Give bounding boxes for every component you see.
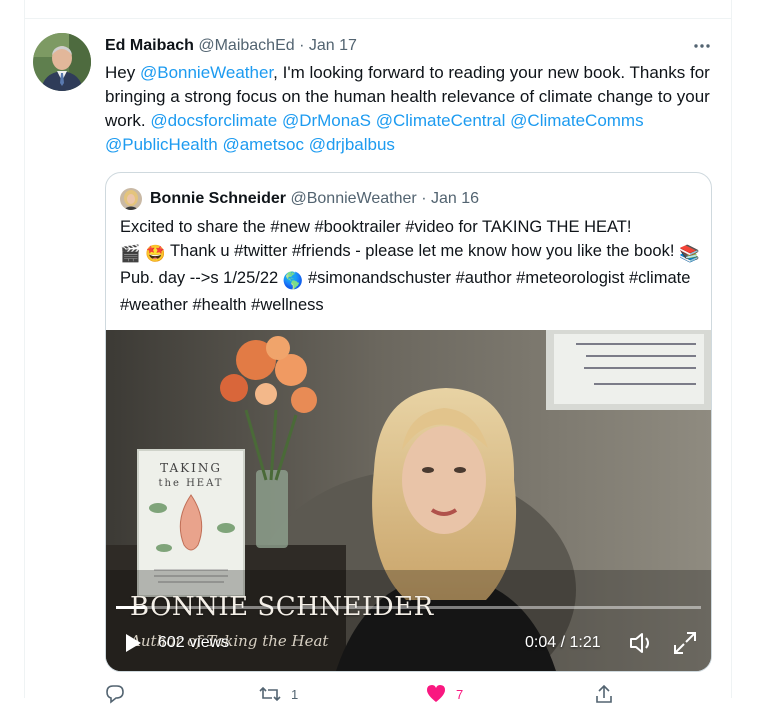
play-icon [126, 634, 141, 652]
emoji-glyph: 📚 [678, 245, 700, 263]
like-icon [427, 685, 445, 702]
share-button[interactable] [594, 684, 614, 704]
author-avatar[interactable] [33, 33, 91, 91]
tweet-date[interactable]: Jan 17 [309, 37, 357, 54]
svg-text:the HEAT: the HEAT [159, 478, 224, 489]
video-views: 602 views [158, 634, 230, 651]
fullscreen-icon [674, 632, 696, 654]
video-progress-fill [116, 606, 146, 609]
more-horizontal-icon [694, 44, 710, 48]
retweet-count: 1 [291, 686, 299, 702]
timeline-border-right [731, 0, 732, 698]
quote-text: Excited to share the #new #booktrailer #… [120, 215, 700, 317]
share-icon [596, 684, 612, 703]
like-count: 7 [456, 686, 464, 702]
quote-tweet-card[interactable]: Bonnie Schneider @BonnieWeather · Jan 16… [105, 172, 712, 672]
tweet-divider [24, 18, 732, 19]
emoji-glyph: 🤩 [145, 245, 166, 263]
quote-text-segment: Thank u #twitter #friends - please let m… [165, 242, 679, 260]
mention-link[interactable]: @PublicHealth [105, 135, 218, 154]
mention-link[interactable]: @drjbalbus [309, 135, 395, 154]
video-time: 0:04 / 1:21 [525, 634, 601, 651]
volume-button[interactable] [628, 630, 654, 656]
header-separator: · [299, 37, 305, 54]
quote-header-separator: · [421, 190, 427, 207]
retweet-icon [259, 686, 281, 702]
quote-date[interactable]: Jan 16 [431, 190, 479, 207]
timeline-border-left [24, 0, 25, 698]
more-button[interactable] [689, 36, 715, 56]
quote-text-segment: Pub. day -->s 1/25/22 [120, 269, 283, 287]
author-display-name[interactable]: Ed Maibach [105, 37, 194, 54]
author-handle[interactable]: @MaibachEd [198, 37, 294, 54]
quote-author-display-name[interactable]: Bonnie Schneider [150, 190, 286, 207]
svg-text:TAKING: TAKING [160, 461, 222, 475]
tweet-text: Hey @BonnieWeather, I'm looking forward … [105, 61, 720, 157]
like-button[interactable]: 7 [426, 684, 463, 704]
play-button[interactable] [120, 631, 144, 655]
quote-author-avatar[interactable] [120, 188, 142, 210]
quote-header: Bonnie Schneider @BonnieWeather · Jan 16 [150, 189, 479, 209]
mention-link[interactable]: @ClimateComms [510, 111, 643, 130]
mention-link[interactable]: @BonnieWeather [140, 63, 273, 82]
video-player[interactable]: TAKING the HEAT BONNIE SCHNEIDER Author … [106, 330, 711, 671]
quote-text-segment: Excited to share the #new #booktrailer #… [120, 218, 632, 236]
mention-link[interactable]: @docsforclimate [150, 111, 277, 130]
video-progress-bar[interactable] [116, 606, 701, 609]
tweet-header: Ed Maibach @MaibachEd · Jan 17 [105, 36, 357, 56]
volume-icon [630, 633, 649, 653]
tweet-text-segment: Hey [105, 63, 140, 82]
reply-icon [106, 685, 124, 704]
mention-link[interactable]: @DrMonaS [282, 111, 371, 130]
fullscreen-button[interactable] [672, 630, 698, 656]
retweet-button[interactable]: 1 [259, 684, 298, 704]
emoji-glyph: 🌎 [282, 272, 304, 290]
reply-button[interactable] [105, 684, 125, 704]
mention-link[interactable]: @ametsoc [222, 135, 304, 154]
quote-author-handle[interactable]: @BonnieWeather [290, 190, 416, 207]
mention-link[interactable]: @ClimateCentral [376, 111, 506, 130]
emoji-glyph: 🎬 [120, 245, 141, 263]
